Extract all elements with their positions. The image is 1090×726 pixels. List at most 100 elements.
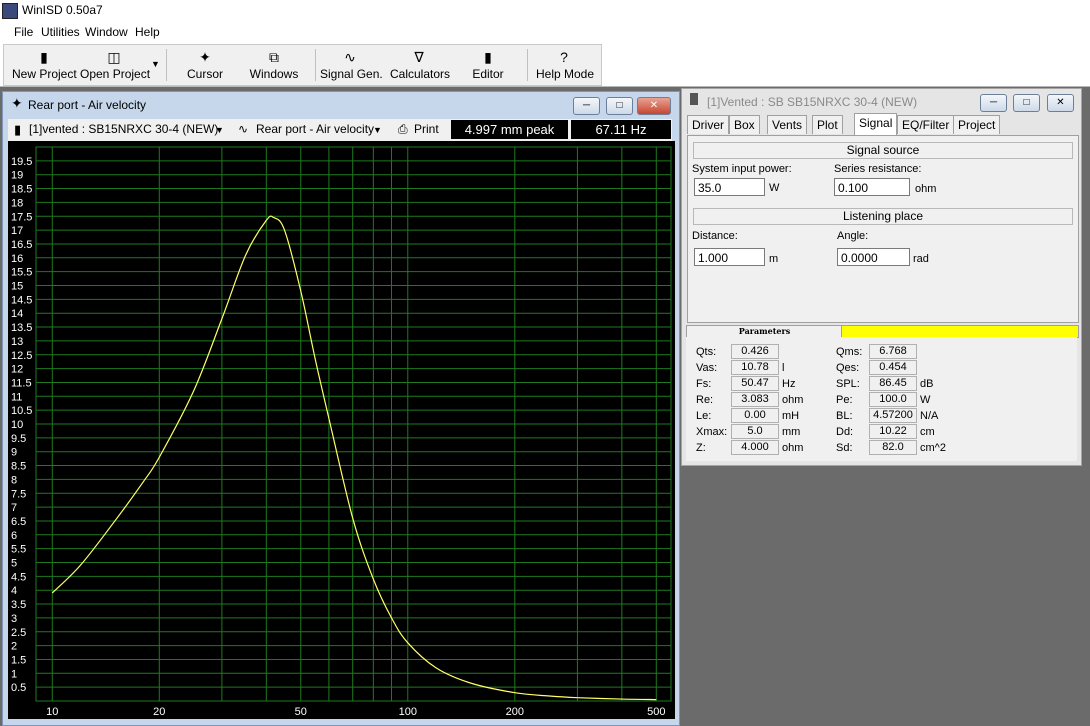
signal-source-header: Signal source bbox=[693, 142, 1073, 159]
y-tick-label: 7.5 bbox=[11, 488, 26, 500]
chart-area[interactable]: 0.5 1 1.5 2 2.5 3 3.5 4 4.5 5 5.5 6 6.5 7 7.5 8 8.5 9 9.5 1… bbox=[8, 141, 675, 719]
readout-value: 4.997 mm peak bbox=[451, 120, 568, 139]
tab-plot[interactable]: Plot bbox=[812, 115, 843, 134]
series-resistance-label: Series resistance: bbox=[834, 163, 922, 175]
editor-button[interactable]: ▮ Editor bbox=[466, 45, 510, 85]
folder-open-icon: ◫ bbox=[107, 49, 121, 65]
param-unit: ohm bbox=[782, 394, 804, 406]
close-button[interactable]: ✕ bbox=[637, 97, 671, 115]
open-project-dropdown-icon[interactable]: ▼ bbox=[151, 59, 160, 69]
param-label: Fs: bbox=[696, 378, 712, 390]
param-value: 10.78 bbox=[731, 360, 779, 375]
tab-eq-filter[interactable]: EQ/Filter bbox=[897, 115, 955, 134]
tab-driver[interactable]: Driver bbox=[687, 115, 729, 134]
input-power-field[interactable]: 35.0 bbox=[694, 178, 765, 196]
y-tick-label: 9 bbox=[11, 447, 17, 459]
y-tick-label: 4.5 bbox=[11, 571, 26, 583]
readout-frequency: 67.11 Hz bbox=[571, 120, 671, 139]
y-tick-label: 11 bbox=[11, 391, 22, 403]
close-button[interactable]: ✕ bbox=[1047, 94, 1074, 112]
param-unit: l bbox=[782, 362, 785, 374]
graph-select[interactable]: Rear port - Air velocity bbox=[256, 122, 374, 136]
props-window-title: [1]Vented : SB SB15NRXC 30-4 (NEW) bbox=[707, 95, 918, 109]
signal-gen-button[interactable]: ∿ Signal Gen. bbox=[320, 45, 383, 85]
y-tick-label: 8 bbox=[11, 474, 17, 486]
y-tick-label: 5.5 bbox=[11, 544, 26, 556]
project-icon bbox=[690, 93, 698, 105]
param-unit: cm bbox=[920, 426, 935, 438]
help-mode-button[interactable]: ? Help Mode bbox=[536, 45, 594, 85]
air-velocity-chart[interactable]: 0.511.522.533.544.555.566.577.588.599.51… bbox=[8, 141, 675, 719]
windows-icon: ⧉ bbox=[269, 49, 279, 65]
param-label: BL: bbox=[836, 410, 853, 422]
project-properties-window: [1]Vented : SB SB15NRXC 30-4 (NEW) ─ □ ✕… bbox=[681, 88, 1082, 466]
param-unit: cm^2 bbox=[920, 442, 946, 454]
new-project-button[interactable]: ▮ New Project bbox=[12, 45, 77, 85]
sine-wave-icon: ∿ bbox=[344, 49, 356, 65]
plot-toolbar: ▮ [1]vented : SB15NRXC 30-4 (NEW) ▼ ∿ Re… bbox=[8, 119, 672, 141]
menu-window[interactable]: Window bbox=[85, 25, 128, 39]
toolbar-separator bbox=[166, 49, 167, 81]
minimize-button[interactable]: ─ bbox=[573, 97, 600, 115]
tab-vents[interactable]: Vents bbox=[767, 115, 808, 134]
param-value: 6.768 bbox=[869, 344, 917, 359]
cursor-button[interactable]: ✦ Cursor bbox=[180, 45, 230, 85]
print-button[interactable]: Print bbox=[414, 122, 439, 136]
y-tick-label: 1.5 bbox=[11, 654, 26, 666]
y-tick-label: 19.5 bbox=[11, 156, 32, 168]
series-resistance-unit: ohm bbox=[915, 183, 937, 195]
param-label: Qts: bbox=[696, 346, 717, 358]
maximize-button[interactable]: □ bbox=[1013, 94, 1040, 112]
x-tick-label: 10 bbox=[46, 706, 58, 718]
menu-utilities[interactable]: Utilities bbox=[41, 25, 80, 39]
tab-project[interactable]: Project bbox=[953, 115, 1001, 134]
y-tick-label: 12.5 bbox=[11, 350, 32, 362]
angle-field[interactable]: 0.0000 bbox=[837, 248, 910, 266]
y-tick-label: 3 bbox=[11, 613, 17, 625]
y-tick-label: 5 bbox=[11, 558, 17, 570]
graph-dropdown-icon[interactable]: ▼ bbox=[373, 125, 382, 135]
y-tick-label: 10 bbox=[11, 419, 23, 431]
menu-file[interactable]: File bbox=[14, 25, 33, 39]
tab-strip: Driver Box Vents Plot Signal EQ/Filter P… bbox=[687, 113, 1077, 135]
new-project-icon: ▮ bbox=[40, 49, 48, 65]
y-tick-label: 18 bbox=[11, 197, 23, 209]
menu-bar: File Utilities Window Help bbox=[0, 22, 1090, 42]
input-power-unit: W bbox=[769, 182, 780, 194]
tab-box[interactable]: Box bbox=[729, 115, 760, 134]
param-unit: N/A bbox=[920, 410, 939, 422]
y-tick-label: 9.5 bbox=[11, 433, 26, 445]
input-power-label: System input power: bbox=[692, 163, 792, 175]
calculators-button[interactable]: ∇ Calculators bbox=[390, 45, 450, 85]
y-tick-label: 6.5 bbox=[11, 516, 26, 528]
project-dropdown-icon[interactable]: ▼ bbox=[215, 125, 224, 135]
param-value: 0.426 bbox=[731, 344, 779, 359]
param-label: Sd: bbox=[836, 442, 853, 454]
param-value: 0.00 bbox=[731, 408, 779, 423]
menu-help[interactable]: Help bbox=[135, 25, 160, 39]
param-label: Xmax: bbox=[696, 426, 728, 438]
y-tick-label: 8.5 bbox=[11, 461, 26, 473]
param-label: Pe: bbox=[836, 394, 853, 406]
param-unit: dB bbox=[920, 378, 934, 390]
main-toolbar: ▮ New Project ◫ Open Project ▼ ✦ Cursor … bbox=[3, 44, 602, 86]
y-tick-label: 13.5 bbox=[11, 322, 32, 334]
project-select[interactable]: [1]vented : SB15NRXC 30-4 (NEW) bbox=[29, 122, 218, 136]
maximize-button[interactable]: □ bbox=[606, 97, 633, 115]
param-value: 0.454 bbox=[869, 360, 917, 375]
y-tick-label: 13 bbox=[11, 336, 23, 348]
param-value: 100.0 bbox=[869, 392, 917, 407]
distance-field[interactable]: 1.000 bbox=[694, 248, 765, 266]
sine-wave-icon: ∿ bbox=[238, 122, 249, 136]
series-resistance-field[interactable]: 0.100 bbox=[834, 178, 910, 196]
tab-signal[interactable]: Signal bbox=[854, 113, 898, 135]
parameters-pane: Qts: 0.426 Vas: 10.78 l Fs: 50.47 Hz Re:… bbox=[686, 337, 1077, 461]
y-tick-label: 18.5 bbox=[11, 184, 32, 196]
question-mark-icon: ? bbox=[560, 49, 568, 65]
windows-button[interactable]: ⧉ Windows bbox=[248, 45, 300, 85]
distance-unit: m bbox=[769, 253, 779, 265]
x-tick-label: 100 bbox=[399, 706, 417, 718]
open-project-button[interactable]: ◫ Open Project bbox=[80, 45, 150, 85]
minimize-button[interactable]: ─ bbox=[980, 94, 1007, 112]
y-tick-label: 6 bbox=[11, 530, 17, 542]
